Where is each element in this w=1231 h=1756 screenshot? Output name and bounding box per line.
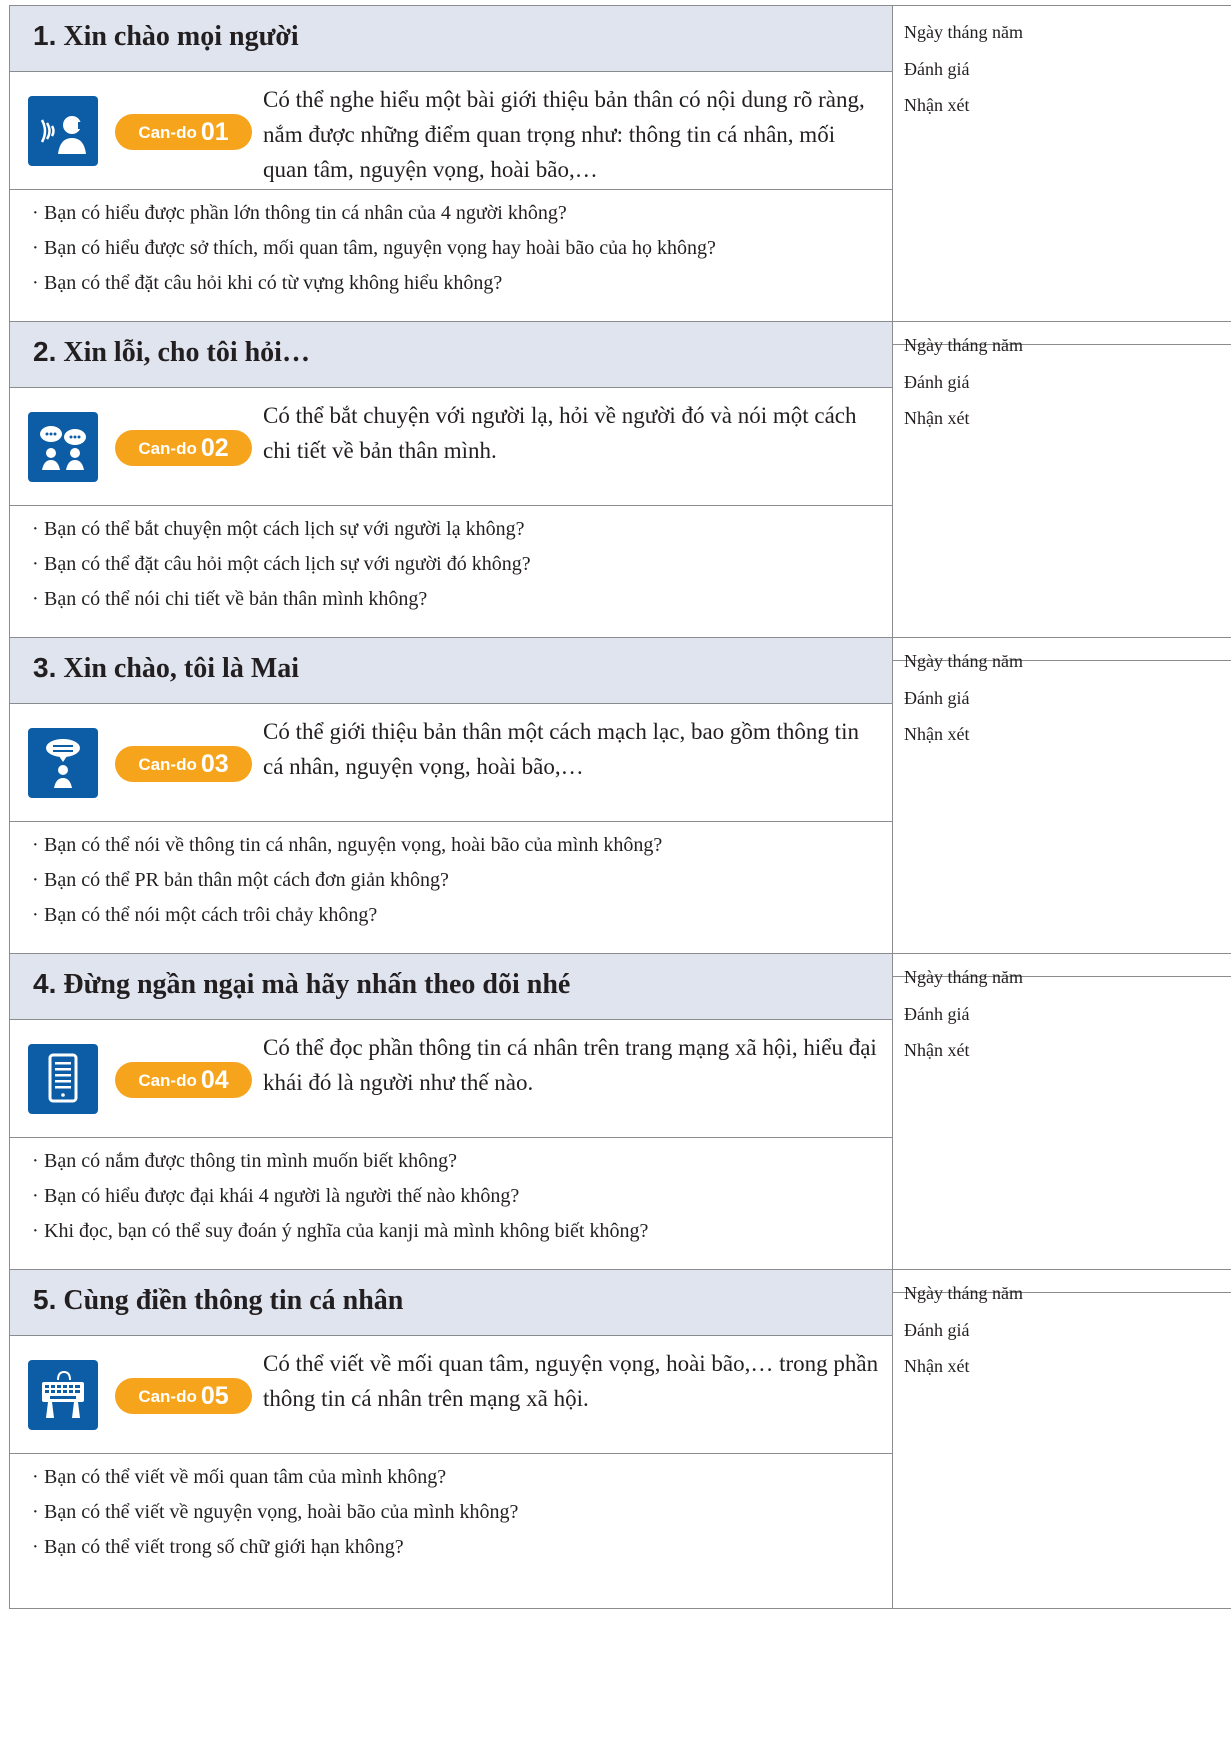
section-title-text: Đừng ngần ngại mà hãy nhấn theo dõi nhé <box>63 969 571 1000</box>
evaluation-panel: Ngày tháng năm Đánh giá Nhận xét <box>893 953 1231 1293</box>
evaluation-panel: Ngày tháng năm Đánh giá Nhận xét <box>893 637 1231 977</box>
cando-badge: Can-do 01 <box>115 114 252 150</box>
rating-label: Đánh giá <box>904 688 970 708</box>
section-main: 2. Xin lỗi, cho tôi hỏi… Can-do 02 Có thể… <box>9 321 893 661</box>
cando-description: Có thể nghe hiểu một bài giới thiệu bản … <box>263 87 865 182</box>
section-main: 3. Xin chào, tôi là Mai Can-do 03 Có thể … <box>9 637 893 977</box>
list-item: · Bạn có nắm được thông tin mình muốn biế… <box>32 1150 458 1172</box>
rating-label: Đánh giá <box>904 1004 970 1024</box>
evaluation-panel: Ngày tháng năm Đánh giá Nhận xét <box>893 5 1231 345</box>
comment-label: Nhận xét <box>904 95 970 115</box>
section-5: 5. Cùng điền thông tin cá nhân Can-do 05 … <box>9 1269 1231 1609</box>
section-number: 2. <box>33 336 57 367</box>
cando-row: Can-do 01 Có thể nghe hiểu một bài giới t… <box>10 72 892 190</box>
cando-row: Can-do 03 Có thể giới thiệu bản thân một … <box>10 704 892 822</box>
keyboard-typing-icon <box>28 1360 98 1430</box>
cando-row: Can-do 05 Có thể viết về mối quan tâm, ng… <box>10 1336 892 1454</box>
cando-row: Can-do 02 Có thể bắt chuyện với người lạ,… <box>10 388 892 506</box>
cando-badge: Can-do 02 <box>115 430 252 466</box>
list-item: · Bạn có thể viết về mối quan tâm của mìn… <box>32 1466 447 1488</box>
list-item: · Bạn có thể viết trong số chữ giới hạn k… <box>32 1536 404 1558</box>
comment-label: Nhận xét <box>904 408 970 428</box>
section-number: 5. <box>33 1284 57 1315</box>
comment-label: Nhận xét <box>904 724 970 744</box>
cando-description: Có thể đọc phần thông tin cá nhân trên t… <box>263 1035 877 1095</box>
section-main: 1. Xin chào mọi người Can-do 01 Có thể ng… <box>9 5 893 345</box>
comment-label: Nhận xét <box>904 1356 970 1376</box>
section-main: 4. Đừng ngần ngại mà hãy nhấn theo dõi n… <box>9 953 893 1293</box>
listening-person-icon <box>28 96 98 166</box>
rating-label: Đánh giá <box>904 372 970 392</box>
section-main: 5. Cùng điền thông tin cá nhân Can-do 05 … <box>9 1269 893 1609</box>
speaking-person-icon <box>28 728 98 798</box>
list-item: · Bạn có thể nói về thông tin cá nhân, ng… <box>32 834 663 856</box>
section-title-text: Xin chào mọi người <box>63 21 299 52</box>
list-item: · Bạn có hiểu được đại khái 4 người là ng… <box>32 1185 520 1207</box>
date-label: Ngày tháng năm <box>904 967 1023 987</box>
cando-description: Có thể giới thiệu bản thân một cách mạch… <box>263 719 859 779</box>
section-title: 2. Xin lỗi, cho tôi hỏi… <box>10 322 892 388</box>
list-item: · Bạn có thể viết về nguyện vọng, hoài bã… <box>32 1501 519 1523</box>
date-label: Ngày tháng năm <box>904 22 1023 42</box>
date-label: Ngày tháng năm <box>904 1283 1023 1303</box>
list-item: · Bạn có thể đặt câu hỏi một cách lịch sự… <box>32 553 531 575</box>
cando-badge: Can-do 04 <box>115 1062 252 1098</box>
list-item: · Bạn có thể bắt chuyện một cách lịch sự … <box>32 518 525 540</box>
evaluation-panel: Ngày tháng năm Đánh giá Nhận xét <box>893 1269 1231 1609</box>
section-4: 4. Đừng ngần ngại mà hãy nhấn theo dõi n… <box>9 953 1231 1293</box>
cando-badge: Can-do 03 <box>115 746 252 782</box>
tablet-reading-icon <box>28 1044 98 1114</box>
section-title: 5. Cùng điền thông tin cá nhân <box>10 1270 892 1336</box>
conversation-icon <box>28 412 98 482</box>
section-2: 2. Xin lỗi, cho tôi hỏi… Can-do 02 Có thể… <box>9 321 1231 661</box>
rating-label: Đánh giá <box>904 1320 970 1340</box>
evaluation-panel: Ngày tháng năm Đánh giá Nhận xét <box>893 321 1231 661</box>
cando-description: Có thể viết về mối quan tâm, nguyện vọng… <box>263 1351 879 1411</box>
section-number: 3. <box>33 652 57 683</box>
section-number: 1. <box>33 20 57 51</box>
section-title: 4. Đừng ngần ngại mà hãy nhấn theo dõi n… <box>10 954 892 1020</box>
section-title-text: Cùng điền thông tin cá nhân <box>63 1285 404 1316</box>
cando-row: Can-do 04 Có thể đọc phần thông tin cá nh… <box>10 1020 892 1138</box>
section-title: 1. Xin chào mọi người <box>10 6 892 72</box>
section-title-text: Xin lỗi, cho tôi hỏi… <box>63 337 310 368</box>
list-item: · Bạn có thể nói chi tiết về bản thân mìn… <box>32 588 428 610</box>
list-item: · Bạn có thể nói một cách trôi chảy không… <box>32 904 378 926</box>
section-number: 4. <box>33 968 57 999</box>
date-label: Ngày tháng năm <box>904 335 1023 355</box>
comment-label: Nhận xét <box>904 1040 970 1060</box>
list-item: · Bạn có thể đặt câu hỏi khi có từ vựng k… <box>32 272 503 294</box>
date-label: Ngày tháng năm <box>904 651 1023 671</box>
section-title: 3. Xin chào, tôi là Mai <box>10 638 892 704</box>
section-title-text: Xin chào, tôi là Mai <box>63 653 300 684</box>
cando-badge: Can-do 05 <box>115 1378 252 1414</box>
section-3: 3. Xin chào, tôi là Mai Can-do 03 Có thể … <box>9 637 1231 977</box>
rating-label: Đánh giá <box>904 59 970 79</box>
section-1: 1. Xin chào mọi người Can-do 01 Có thể ng… <box>9 5 1231 345</box>
list-item: · Bạn có hiểu được phần lớn thông tin cá … <box>32 202 567 224</box>
list-item: · Bạn có hiểu được sở thích, mối quan tâm… <box>32 237 716 259</box>
list-item: · Bạn có thể PR bản thân một cách đơn giả… <box>32 869 449 891</box>
cando-description: Có thể bắt chuyện với người lạ, hỏi về n… <box>263 403 857 463</box>
list-item: · Khi đọc, bạn có thể suy đoán ý nghĩa củ… <box>32 1220 649 1242</box>
